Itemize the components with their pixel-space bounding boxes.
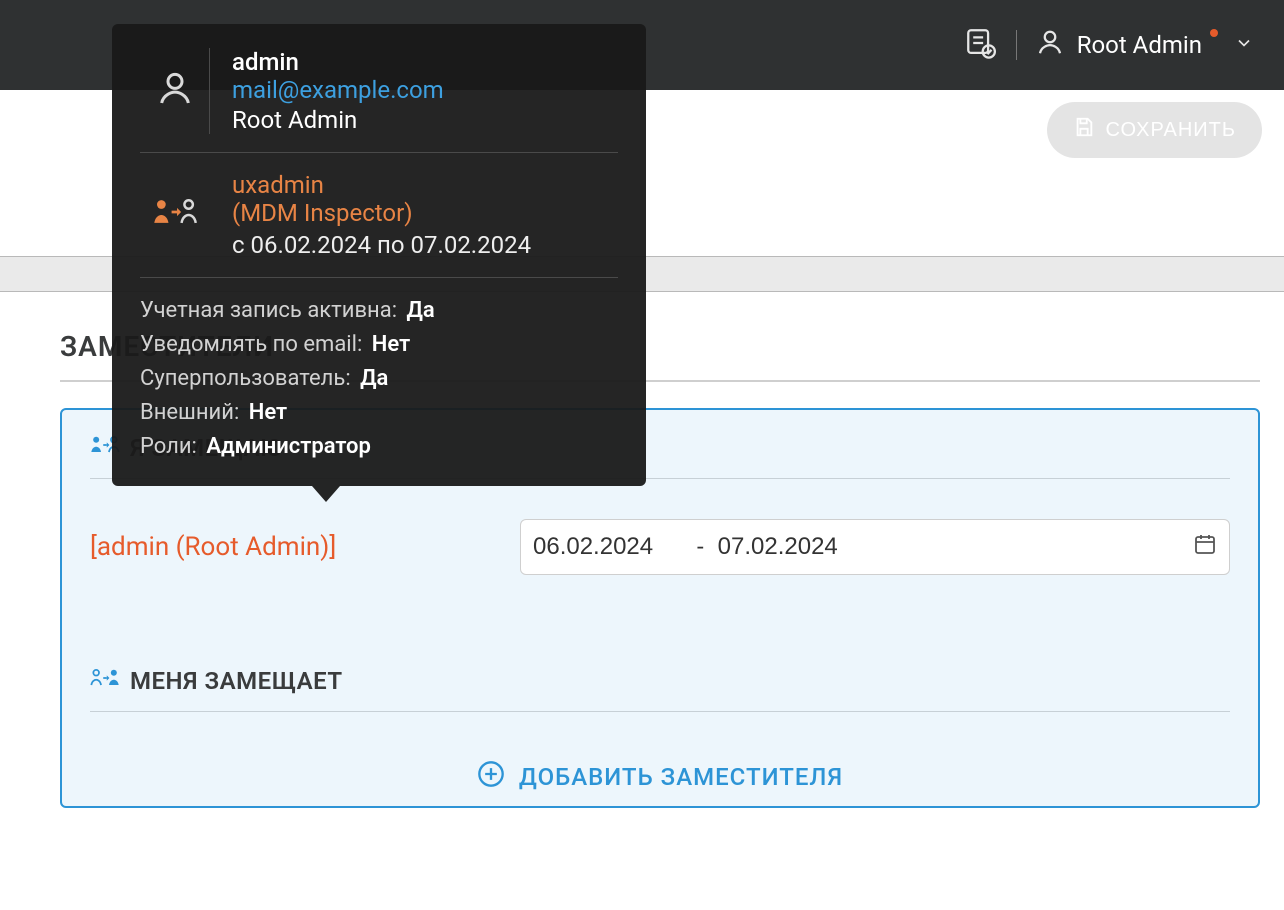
date-to-input[interactable]: [718, 533, 868, 561]
save-icon: [1073, 116, 1095, 144]
popover-identity-row: admin mail@example.com Root Admin: [140, 48, 618, 153]
popover-properties: Учетная запись активна Да Уведомлять по …: [140, 278, 618, 464]
prop-active-value: Да: [407, 298, 435, 323]
user-icon: [155, 68, 195, 134]
substituted-user-link[interactable]: [admin (Root Admin)]: [90, 532, 520, 562]
save-button-label: СОХРАНИТЬ: [1105, 119, 1236, 142]
plus-circle-icon: [477, 760, 505, 794]
prop-roles-label: Роли: [140, 434, 197, 459]
user-icon: [1035, 27, 1065, 63]
prop-superuser-value: Да: [360, 366, 388, 391]
popover-username: admin: [232, 48, 444, 76]
calendar-icon[interactable]: [1193, 532, 1217, 562]
popover-deputy-period: с 06.02.2024 по 07.02.2024: [232, 231, 531, 259]
popover-swap-icon-col: [140, 197, 210, 233]
current-user-name: Root Admin: [1077, 31, 1202, 59]
prop-active-label: Учетная запись активна: [140, 298, 397, 323]
chevron-down-icon: [1234, 31, 1254, 59]
substitute-me-label: МЕНЯ ЗАМЕЩАЕТ: [130, 667, 343, 695]
date-from-input[interactable]: [533, 533, 683, 561]
prop-roles-value: Администратор: [206, 434, 371, 459]
substitution-row: [admin (Root Admin)] -: [90, 519, 1230, 575]
substitute-me-heading: МЕНЯ ЗАМЕЩАЕТ: [90, 665, 1230, 712]
add-substitute-label: ДОБАВИТЬ ЗАМЕСТИТЕЛЯ: [519, 763, 843, 791]
prop-notify-value: Нет: [372, 332, 410, 357]
checklist-icon[interactable]: [964, 26, 998, 64]
popover-deputy-role: (MDM Inspector): [232, 199, 531, 227]
popover-displayname: Root Admin: [232, 106, 444, 134]
save-button[interactable]: СОХРАНИТЬ: [1047, 102, 1262, 158]
date-range-separator: -: [691, 533, 710, 561]
add-substitute-button[interactable]: ДОБАВИТЬ ЗАМЕСТИТЕЛЯ: [90, 760, 1230, 794]
prop-external-value: Нет: [249, 400, 287, 425]
date-range-input[interactable]: -: [520, 519, 1230, 575]
prop-superuser-label: Суперпользователь: [140, 366, 351, 391]
popover-user-icon-col: [140, 48, 210, 134]
prop-external-label: Внешний: [140, 400, 239, 425]
popover-email[interactable]: mail@example.com: [232, 76, 444, 104]
current-user-menu[interactable]: Root Admin: [1035, 27, 1254, 63]
person-swap-icon: [149, 197, 201, 233]
popover-deputy-login: uxadmin: [232, 171, 531, 199]
prop-notify-label: Уведомлять по email: [140, 332, 362, 357]
user-info-popover: admin mail@example.com Root Admin uxadmi…: [112, 24, 646, 486]
divider: [1016, 30, 1017, 60]
person-swap-back-icon: [90, 665, 120, 697]
popover-deputy-row: uxadmin (MDM Inspector) с 06.02.2024 по …: [140, 153, 618, 278]
notification-dot-icon: [1210, 29, 1218, 37]
